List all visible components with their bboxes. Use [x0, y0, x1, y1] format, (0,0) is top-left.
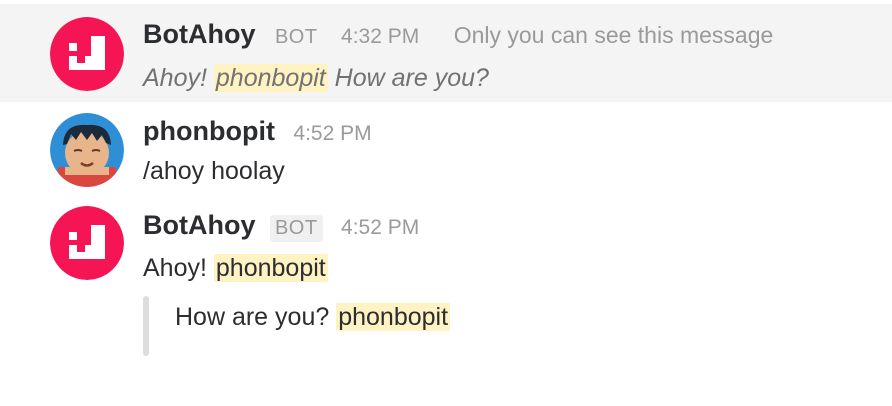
timestamp[interactable]: 4:52 PM [293, 122, 371, 146]
message-header: BotAhoy BOT 4:32 PM Only you can see thi… [143, 19, 773, 51]
botahoy-logo-icon [50, 17, 124, 91]
timestamp[interactable]: 4:32 PM [341, 25, 419, 49]
message-text: How are you? [334, 64, 489, 92]
user-mention[interactable]: phonbopit [336, 303, 451, 331]
attachment-body: How are you? phonbopit [175, 303, 451, 332]
message-body: Ahoy! phonbopit How are you? [143, 64, 489, 93]
bot-avatar[interactable] [50, 17, 124, 91]
username[interactable]: BotAhoy [143, 19, 255, 50]
message-header: BotAhoy BOT 4:52 PM [143, 210, 419, 242]
user-mention[interactable]: phonbopit [213, 254, 328, 282]
user-mention[interactable]: phonbopit [213, 64, 328, 92]
message-body: /ahoy hoolay [143, 157, 285, 186]
user-avatar[interactable] [50, 113, 124, 187]
bot-badge: BOT [269, 215, 323, 242]
message-attachment: How are you? phonbopit [143, 296, 743, 356]
username[interactable]: phonbopit [143, 116, 275, 147]
user-message: phonbopit 4:52 PM /ahoy hoolay [0, 102, 892, 198]
username[interactable]: BotAhoy [143, 210, 255, 241]
message-header: phonbopit 4:52 PM [143, 116, 372, 147]
attachment-text: How are you? [175, 303, 330, 331]
botahoy-logo-icon [50, 206, 124, 280]
bot-badge: BOT [274, 26, 318, 48]
attachment-bar [143, 296, 149, 356]
bot-avatar[interactable] [50, 206, 124, 280]
message-body: Ahoy! phonbopit [143, 254, 328, 283]
user-cartoon-face-icon [50, 113, 124, 187]
message-text: Ahoy! [143, 254, 207, 282]
ephemeral-note: Only you can see this message [453, 22, 774, 48]
message-text: Ahoy! [143, 64, 207, 92]
message-text: /ahoy hoolay [143, 157, 285, 185]
ephemeral-bot-message: BotAhoy BOT 4:32 PM Only you can see thi… [0, 4, 892, 102]
timestamp[interactable]: 4:52 PM [341, 216, 419, 240]
